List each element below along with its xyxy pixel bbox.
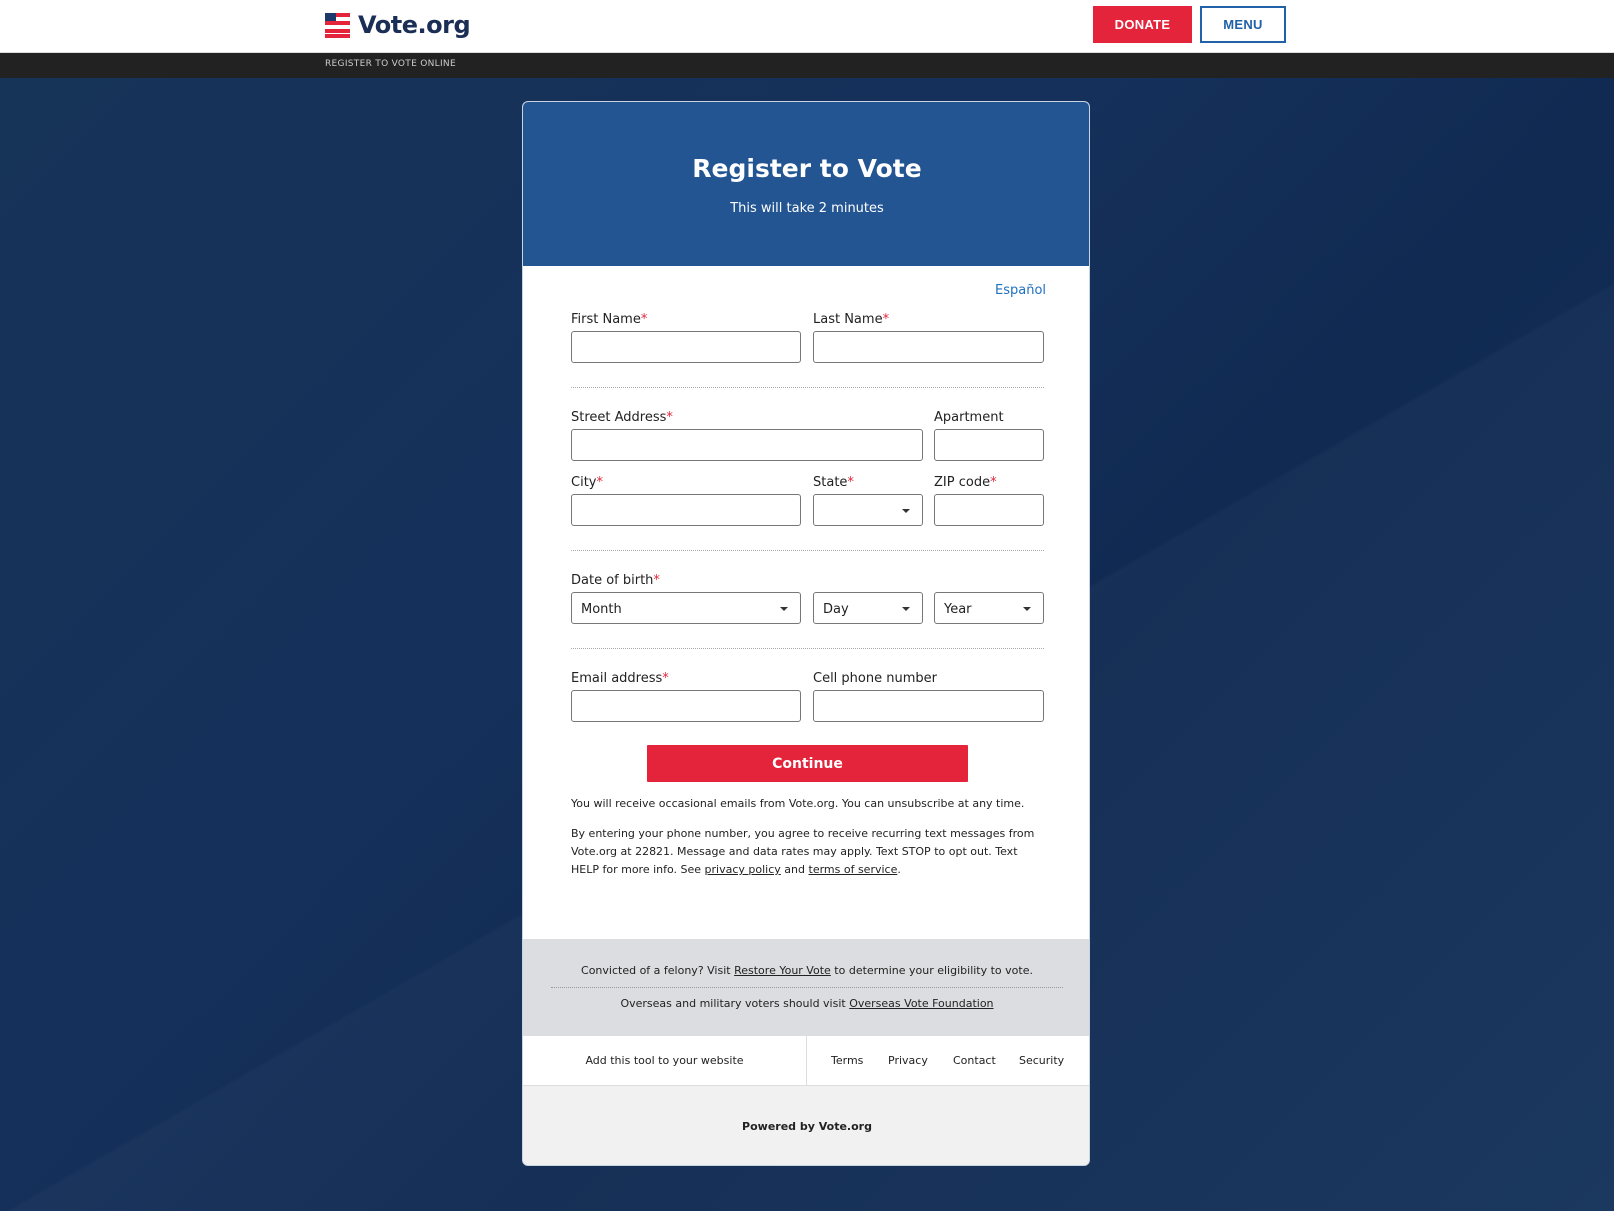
city-label: City* [571,475,603,490]
zip-label: ZIP code* [934,475,997,490]
privacy-link[interactable]: Privacy [888,1036,928,1086]
terms-of-service-link[interactable]: terms of service [809,863,898,876]
zip-input[interactable] [934,494,1044,526]
card-header: Register to Vote This will take 2 minute… [523,102,1089,266]
overseas-vote-foundation-link[interactable]: Overseas Vote Foundation [849,997,993,1010]
divider [571,550,1044,551]
page-subtitle: This will take 2 minutes [730,201,884,216]
last-name-input[interactable] [813,331,1044,363]
add-tool-link[interactable]: Add this tool to your website [523,1036,807,1086]
felony-note: Convicted of a felony? Visit Restore You… [581,964,1033,977]
flag-icon [325,12,350,38]
city-input[interactable] [571,494,801,526]
restore-your-vote-link[interactable]: Restore Your Vote [734,964,831,977]
apartment-label: Apartment [934,410,1004,425]
contact-link[interactable]: Contact [953,1036,996,1086]
site-logo[interactable]: Vote.org [325,11,471,39]
register-card: Register to Vote This will take 2 minute… [522,101,1090,1166]
year-value: Year [944,602,972,617]
menu-button[interactable]: MENU [1200,6,1286,43]
divider [571,387,1044,388]
chevron-down-icon [1023,607,1031,611]
month-value: Month [581,602,622,617]
state-label: State* [813,475,854,490]
email-note: You will receive occasional emails from … [571,797,1025,810]
divider [551,987,1063,988]
security-link[interactable]: Security [1019,1036,1064,1086]
day-value: Day [823,602,849,617]
apartment-input[interactable] [934,429,1044,461]
last-name-label: Last Name* [813,312,890,327]
espanol-link[interactable]: Español [995,283,1046,298]
first-name-input[interactable] [571,331,801,363]
overseas-note: Overseas and military voters should visi… [620,997,994,1010]
state-select[interactable] [813,494,923,526]
chevron-down-icon [902,509,910,513]
email-input[interactable] [571,690,801,722]
continue-button[interactable]: Continue [647,745,968,782]
street-address-input[interactable] [571,429,923,461]
breadcrumb-bar: REGISTER TO VOTE ONLINE [0,53,1614,78]
chevron-down-icon [902,607,910,611]
email-label: Email address* [571,671,669,686]
logo-text: Vote.org [358,11,471,39]
dob-label: Date of birth* [571,573,660,588]
page-title: Register to Vote [692,154,922,183]
day-select[interactable]: Day [813,592,923,624]
street-address-label: Street Address* [571,410,673,425]
sms-note: By entering your phone number, you agree… [571,827,1035,876]
privacy-policy-link[interactable]: privacy policy [705,863,781,876]
first-name-label: First Name* [571,312,648,327]
footer-links: Add this tool to your website Terms Priv… [523,1036,1089,1086]
chevron-down-icon [780,607,788,611]
phone-label: Cell phone number [813,671,937,686]
eligibility-info-box: Convicted of a felony? Visit Restore You… [523,939,1089,1036]
terms-link[interactable]: Terms [831,1036,863,1086]
month-select[interactable]: Month [571,592,801,624]
divider [571,648,1044,649]
year-select[interactable]: Year [934,592,1044,624]
top-header: Vote.org DONATE MENU [0,0,1614,53]
phone-input[interactable] [813,690,1044,722]
donate-button[interactable]: DONATE [1093,6,1192,43]
powered-by: Powered by Vote.org [523,1086,1089,1165]
breadcrumb[interactable]: REGISTER TO VOTE ONLINE [325,59,456,69]
